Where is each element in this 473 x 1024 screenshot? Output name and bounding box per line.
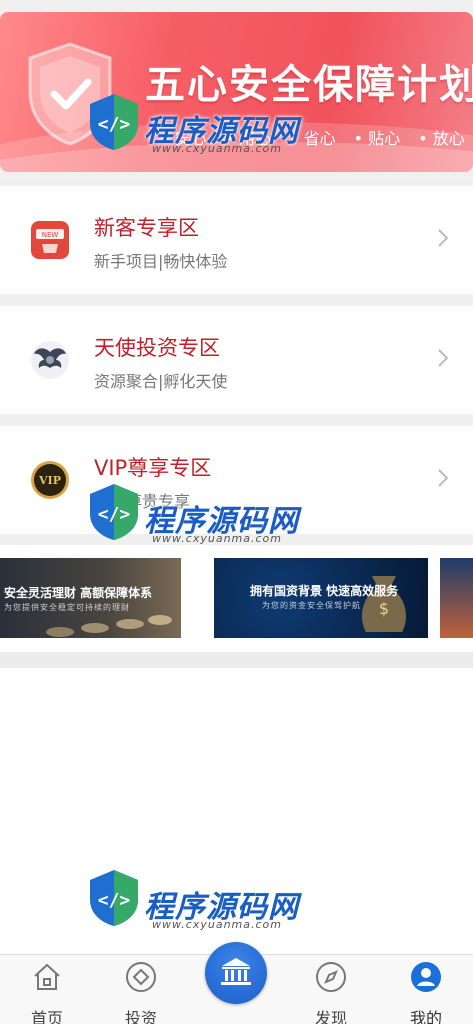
slide-subtitle: 为您的资金安全保驾护航 (262, 601, 361, 610)
banner-tag: 安心 (160, 125, 207, 149)
chevron-right-icon (438, 229, 449, 247)
slide-title: 安全灵活理财 高额保障体系 (4, 586, 153, 600)
carousel-slide-partial[interactable] (440, 558, 473, 638)
svg-text:VIP: VIP (38, 474, 61, 487)
svg-text:NEW: NEW (42, 231, 59, 239)
tab-label: 首页 (30, 1009, 63, 1024)
security-banner[interactable]: 五心安全保障计划 安心 用心 省心 贴心 放心 (0, 12, 473, 172)
banner-tag: 省心 (289, 125, 336, 149)
compass-icon (316, 962, 346, 992)
promo-carousel[interactable]: 安全灵活理财 高额保障体系 为您提供安全稳定可持续的理财 $ 拥有国资背景 快速… (0, 545, 473, 667)
vip-badge-icon: VIP (31, 461, 69, 499)
money-bag-image: $ (362, 576, 406, 632)
tab-discover[interactable]: 发现 (284, 955, 378, 1024)
shield-check-icon (28, 42, 112, 146)
banner-tag: 贴心 (354, 125, 400, 149)
slide-subtitle: 为您提供安全稳定可持续的理财 (4, 603, 130, 612)
banner-tags: 安心 用心 省心 贴心 放心 (160, 125, 465, 149)
slide-title: 拥有国资背景 快速高效服务 (250, 584, 399, 598)
invest-icon (126, 962, 156, 992)
angel-wings-icon (31, 341, 69, 379)
content-blank-area (0, 668, 473, 954)
divider (0, 652, 473, 668)
home-icon (34, 963, 60, 990)
zone-angel-invest[interactable]: 天使投资专区 资源聚合|孵化天使 (0, 306, 473, 414)
tab-home[interactable]: 首页 (0, 955, 94, 1024)
zone-title: VIP尊享专区 (94, 456, 212, 480)
zone-new-customer[interactable]: NEW 新客专享区 新手项目|畅快体验 (0, 186, 473, 294)
bank-center-button[interactable] (205, 942, 267, 1004)
chevron-right-icon (438, 349, 449, 367)
zone-title: 新客专享区 (94, 216, 199, 240)
banner-tag: 用心 (225, 125, 271, 149)
user-icon (411, 962, 441, 992)
svg-text:$: $ (379, 599, 389, 618)
banner-tag: 放心 (418, 125, 465, 149)
tab-label: 投资 (124, 1009, 157, 1024)
new-customer-icon: NEW (31, 221, 69, 259)
zone-subtitle: 新手项目|畅快体验 (94, 252, 228, 271)
zone-subtitle: 资源聚合|孵化天使 (94, 372, 228, 391)
tab-invest[interactable]: 投资 (94, 955, 188, 1024)
bank-icon (221, 958, 251, 985)
zone-title: 天使投资专区 (94, 336, 220, 360)
tab-label: 我的 (409, 1009, 442, 1024)
tab-mine[interactable]: 我的 (379, 955, 473, 1024)
carousel-slide[interactable]: $ 拥有国资背景 快速高效服务 为您的资金安全保驾护航 (214, 558, 428, 638)
banner-section: 五心安全保障计划 安心 用心 省心 贴心 放心 (0, 0, 473, 180)
zone-vip[interactable]: VIP VIP尊享专区 用户尊贵专享 (0, 426, 473, 534)
carousel-slide[interactable]: 安全灵活理财 高额保障体系 为您提供安全稳定可持续的理财 (0, 558, 181, 638)
banner-title: 五心安全保障计划 (145, 62, 473, 108)
chevron-right-icon (438, 469, 449, 487)
tab-label: 发现 (314, 1009, 347, 1024)
zone-subtitle: 用户尊贵专享 (94, 492, 191, 511)
